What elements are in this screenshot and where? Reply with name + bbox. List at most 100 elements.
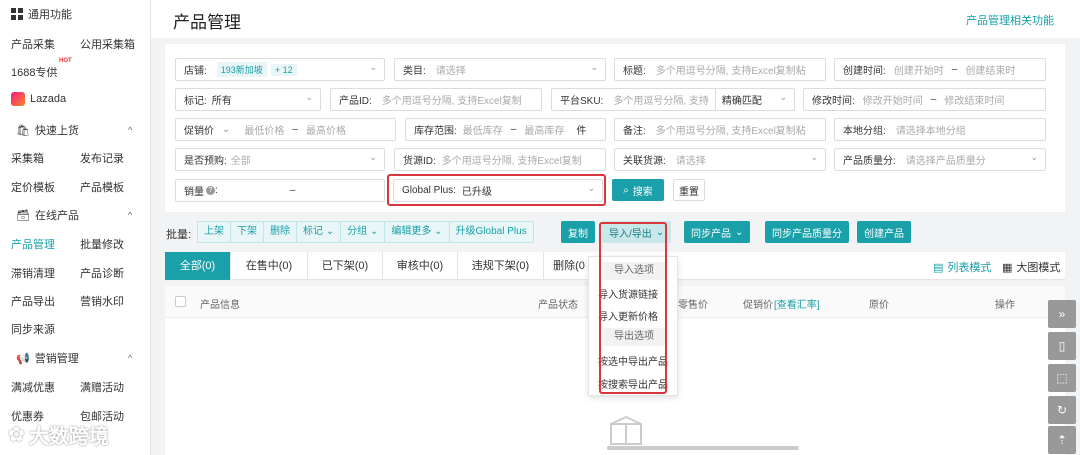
import-update-price-item[interactable]: 导入更新价格 [598, 308, 658, 323]
sidebar-item-sync-source[interactable]: 同步来源 [11, 321, 55, 337]
copy-button[interactable]: 复制 [561, 221, 595, 243]
import-source-links-item[interactable]: 导入货源链接 [598, 286, 658, 301]
watermark-text: 大数跨境 [28, 426, 109, 448]
filter-panel: 店铺: 193新加坡 + 12 ⌄ 类目: 请选择 ⌄ 标题: 多个用逗号分隔,… [165, 44, 1065, 212]
sidebar-section-common[interactable]: 通用功能 [11, 6, 72, 22]
sidebar-item-watermark[interactable]: 营销水印 [80, 293, 124, 309]
refresh-icon[interactable]: ↻ [1048, 396, 1076, 424]
sidebar-item-1688[interactable]: 1688专供 HOT [11, 58, 72, 80]
price-type-select[interactable]: 促销价 [184, 122, 214, 137]
grid-mode-toggle[interactable]: ▦ 大图模式 [1002, 259, 1060, 275]
list-mode-toggle[interactable]: ▤ 列表模式 [933, 259, 991, 275]
global-plus-select[interactable]: Global Plus: 已升级 ⌄ [393, 179, 603, 202]
reset-button[interactable]: 重置 [673, 179, 705, 201]
quality-score-select[interactable]: 产品质量分: 请选择产品质量分 ⌄ [834, 148, 1046, 171]
import-section-header: 导入选项 [603, 262, 665, 280]
sidebar-item-publish-log[interactable]: 发布记录 [80, 150, 124, 166]
sidebar-section-marketing[interactable]: 📢 营销管理 ^ [16, 350, 132, 366]
field-label: 货源ID: [403, 156, 436, 167]
sidebar-item-pricing-template[interactable]: 定价模板 [11, 179, 55, 195]
field-label: 产品ID: [339, 96, 372, 107]
delete-button[interactable]: 删除 [264, 222, 297, 242]
sidebar-item-diagnosis[interactable]: 产品诊断 [80, 265, 124, 281]
watermark: ✿ 大数跨境 [8, 420, 109, 449]
linked-source-select[interactable]: 关联货源: 请选择 ⌄ [614, 148, 826, 171]
shop-tag[interactable]: 193新加坡 [216, 62, 267, 77]
select-value: 已升级 [461, 187, 492, 198]
sidebar-item-collect[interactable]: 产品采集 [11, 36, 55, 52]
product-id-input[interactable]: 产品ID: 多个用逗号分隔, 支持Excel复制 [330, 88, 542, 111]
mark-dropdown[interactable]: 标记 ⌄ [297, 222, 342, 242]
tab-reviewing[interactable]: 审核中(0) [383, 252, 458, 280]
sidebar-item-discount[interactable]: 满减优惠 [11, 379, 55, 395]
mark-select[interactable]: 标记: 所有 ⌄ [175, 88, 321, 111]
select-all-checkbox[interactable] [175, 296, 186, 307]
view-exchange-rate-link[interactable]: [查看汇率] [774, 296, 820, 311]
created-time-range[interactable]: 创建时间: 创建开始时 – 创建结束时 [834, 58, 1046, 81]
tab-all[interactable]: 全部(0) [165, 252, 231, 280]
related-functions-link[interactable]: 产品管理相关功能 [966, 12, 1054, 28]
sync-products-button[interactable]: 同步产品 ⌄ [684, 221, 751, 243]
sidebar-item-slow-clean[interactable]: 滞销清理 [11, 265, 55, 281]
back-to-top-icon[interactable]: ⇡ [1048, 426, 1076, 454]
shop-select[interactable]: 店铺: 193新加坡 + 12 ⌄ [175, 58, 385, 81]
field-label: 库存范围: [414, 126, 457, 137]
tab-on-sale[interactable]: 在售中(0) [231, 252, 308, 280]
sales-range[interactable]: 销量 ? : – [175, 179, 385, 202]
platform-sku-input[interactable]: 平台SKU: 多个用逗号分隔, 支持 精确匹配 ⌄ [551, 88, 795, 111]
stock-range[interactable]: 库存范围: 最低库存 – 最高库存 件 [405, 118, 606, 141]
category-select[interactable]: 类目: 请选择 ⌄ [394, 58, 606, 81]
select-value: 全部 [230, 156, 251, 167]
chevron-down-icon: ⌄ [1030, 152, 1038, 162]
export-selected-item[interactable]: 按选中导出产品 [598, 353, 668, 368]
horizontal-scrollbar[interactable] [607, 446, 799, 450]
unit-label: 件 [576, 126, 587, 137]
field-label: 店铺: [184, 66, 207, 77]
edit-more-dropdown[interactable]: 编辑更多 ⌄ [385, 222, 450, 242]
chevron-down-icon: ⌄ [590, 62, 598, 72]
phone-icon[interactable]: ▯ [1048, 332, 1076, 360]
group-dropdown[interactable]: 分组 ⌄ [341, 222, 386, 242]
sidebar-item-export[interactable]: 产品导出 [11, 293, 55, 309]
tab-deleted[interactable]: 删除(0 [544, 252, 594, 280]
platform-label: Lazada [30, 93, 67, 105]
import-export-button[interactable]: 导入/导出 ⌄ [602, 221, 672, 243]
help-icon[interactable]: ? [206, 186, 215, 195]
sidebar-item-gift[interactable]: 满赠活动 [80, 379, 124, 395]
save-icon[interactable]: ⬚ [1048, 364, 1076, 392]
export-section-header: 导出选项 [603, 328, 665, 346]
note-input[interactable]: 备注: 多个用逗号分隔, 支持Excel复制粘 [614, 118, 826, 141]
expand-icon[interactable]: » [1048, 300, 1076, 328]
publish-button[interactable]: 上架 [198, 222, 231, 242]
sidebar-item-product-management[interactable]: 产品管理 [11, 236, 55, 252]
sidebar-item-batch-edit[interactable]: 批量修改 [80, 236, 124, 252]
tab-violation[interactable]: 违规下架(0) [458, 252, 544, 280]
sidebar-item-public-box[interactable]: 公用采集箱 [80, 36, 135, 52]
sidebar-section-quick[interactable]: 🛍 快速上货 ^ [16, 122, 132, 138]
promo-price-range[interactable]: 促销价 ⌄ 最低价格 – 最高价格 [175, 118, 396, 141]
create-product-button[interactable]: 创建产品 [857, 221, 911, 243]
local-group-select[interactable]: 本地分组: 请选择本地分组 [834, 118, 1046, 141]
tab-off-shelf[interactable]: 已下架(0) [308, 252, 383, 280]
placeholder: 最低库存 [462, 126, 503, 137]
export-search-item[interactable]: 按搜索导出产品 [598, 376, 668, 391]
source-id-input[interactable]: 货源ID: 多个用逗号分隔, 支持Excel复制 [394, 148, 606, 171]
section-label: 在线产品 [34, 210, 79, 222]
upgrade-global-plus-button[interactable]: 升级Global Plus [450, 222, 533, 242]
modified-time-range[interactable]: 修改时间: 修改开始时间 – 修改结束时间 [803, 88, 1046, 111]
search-button[interactable]: ⌕ 搜索 [612, 179, 664, 201]
sidebar-item-collect-box[interactable]: 采集箱 [11, 150, 44, 166]
presale-select[interactable]: 是否预购: 全部 ⌄ [175, 148, 385, 171]
field-label: 产品质量分: [843, 156, 896, 167]
sync-quality-button[interactable]: 同步产品质量分 [765, 221, 849, 243]
placeholder: 修改结束时间 [944, 96, 1005, 107]
sidebar-item-lazada[interactable]: Lazada [11, 92, 66, 106]
chevron-down-icon: ⌄ [587, 183, 595, 193]
field-label: 类目: [403, 66, 426, 77]
sidebar-section-online[interactable]: 🗃 在线产品 ^ [16, 207, 132, 223]
unpublish-button[interactable]: 下架 [231, 222, 264, 242]
sidebar-item-product-template[interactable]: 产品模板 [80, 179, 124, 195]
exact-match-select[interactable]: 精确匹配 [722, 92, 762, 107]
button-label: 搜索 [632, 186, 653, 198]
title-input[interactable]: 标题: 多个用逗号分隔, 支持Excel复制粘 [614, 58, 826, 81]
